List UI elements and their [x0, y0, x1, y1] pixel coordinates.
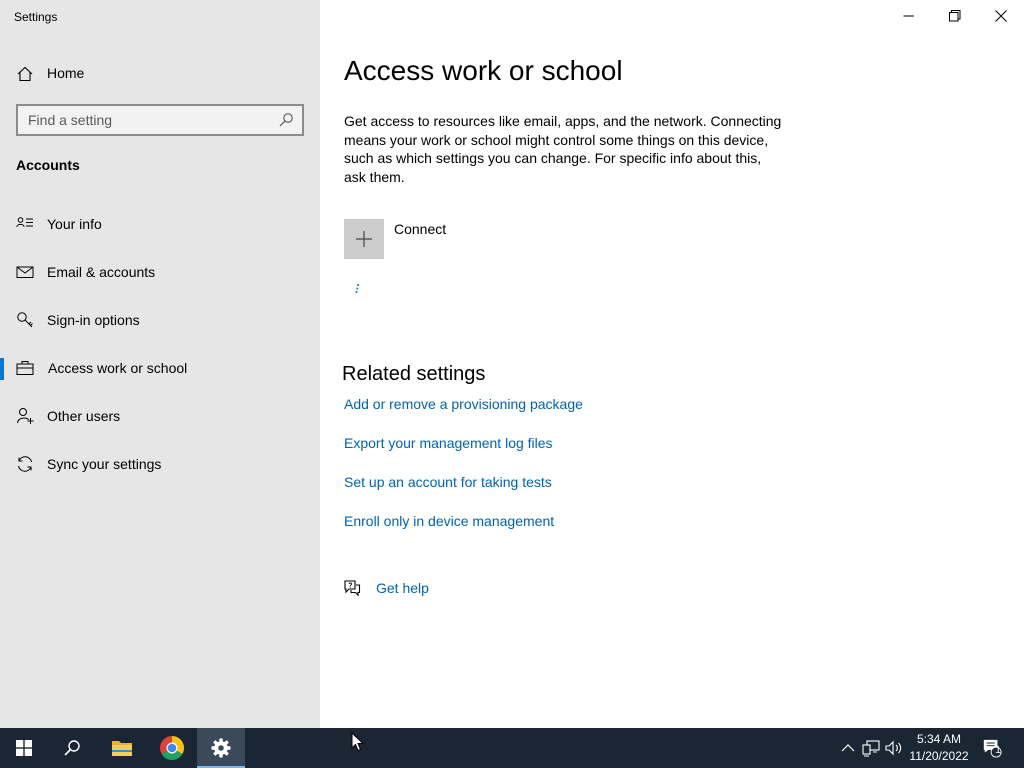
mail-icon [16, 266, 34, 278]
link-export-management-logs[interactable]: Export your management log files [344, 435, 553, 451]
link-setup-test-account[interactable]: Set up an account for taking tests [344, 474, 552, 490]
section-title: Accounts [16, 157, 80, 173]
show-hidden-icons-chevron-icon[interactable] [838, 738, 858, 758]
nav-item-label: Your info [47, 216, 102, 232]
settings-gear-icon [211, 738, 231, 758]
home-icon [17, 66, 33, 82]
taskbar-settings[interactable] [197, 728, 245, 768]
chrome-icon [160, 736, 184, 760]
nav-item-label: Sign-in options [47, 312, 140, 328]
file-explorer-icon [112, 741, 132, 756]
clock-date: 11/20/2022 [909, 749, 969, 763]
nav-item-label: Email & accounts [47, 264, 156, 280]
nav-home[interactable]: Home [0, 56, 320, 90]
clock-time: 5:34 AM [916, 732, 962, 746]
nav-item-your-info[interactable]: Your info [0, 202, 320, 246]
person-add-icon [17, 408, 34, 424]
nav-item-label: Sync your settings [47, 456, 162, 472]
nav-item-access-work-or-school[interactable]: Access work or school [0, 346, 320, 390]
nav-item-sign-in-options[interactable]: Sign-in options [0, 298, 320, 342]
search-icon [64, 740, 80, 756]
taskbar: 1 [0, 728, 1024, 768]
minimize-button[interactable] [886, 0, 932, 32]
briefcase-icon [16, 361, 34, 375]
taskbar-clock[interactable]: 5:34 AM 11/20/2022 [904, 731, 974, 765]
nav-item-label: Access work or school [48, 360, 188, 376]
page-description: Get access to resources like email, apps… [344, 113, 782, 185]
taskbar-search-button[interactable] [48, 728, 96, 768]
search-box[interactable] [16, 104, 304, 136]
person-card-icon [16, 217, 33, 228]
connect-label[interactable]: Connect [394, 221, 446, 237]
help-chat-icon: ? [344, 580, 361, 597]
settings-window: Settings Home Accounts Your info [0, 0, 1024, 768]
minimize-icon [903, 15, 914, 17]
restore-button[interactable] [932, 0, 978, 32]
network-icon[interactable] [861, 738, 881, 758]
start-button[interactable] [0, 728, 48, 768]
navigation-pane: Settings Home Accounts Your info [0, 0, 320, 728]
close-icon [995, 10, 1007, 22]
restore-icon [949, 10, 961, 22]
taskbar-chrome[interactable] [148, 728, 196, 768]
close-button[interactable] [978, 0, 1024, 32]
windows-start-icon [16, 740, 32, 756]
taskbar-file-explorer[interactable] [98, 728, 146, 768]
svg-text:?: ? [348, 583, 352, 590]
related-settings-title: Related settings [342, 363, 486, 385]
get-help-link[interactable]: Get help [376, 580, 429, 596]
search-input[interactable] [18, 106, 270, 134]
link-provisioning-package[interactable]: Add or remove a provisioning package [344, 396, 583, 412]
sync-icon [18, 456, 32, 472]
nav-item-sync-settings[interactable]: Sync your settings [0, 442, 320, 486]
nav-item-email-accounts[interactable]: Email & accounts [0, 250, 320, 294]
link-enroll-device-management[interactable]: Enroll only in device management [344, 513, 554, 529]
connect-button[interactable] [344, 219, 384, 259]
page-title: Access work or school [344, 55, 623, 86]
key-icon [17, 312, 33, 328]
plus-icon [356, 231, 372, 247]
mouse-pointer-icon [351, 732, 364, 752]
notification-count-badge: 1 [995, 745, 1001, 756]
nav-item-other-users[interactable]: Other users [0, 394, 320, 438]
nav-item-label: Other users [47, 408, 121, 424]
volume-icon[interactable] [884, 738, 904, 758]
nav-home-label: Home [47, 65, 85, 81]
loading-spinner-icon [355, 284, 359, 293]
search-icon[interactable] [278, 112, 294, 128]
app-title: Settings [14, 10, 58, 24]
